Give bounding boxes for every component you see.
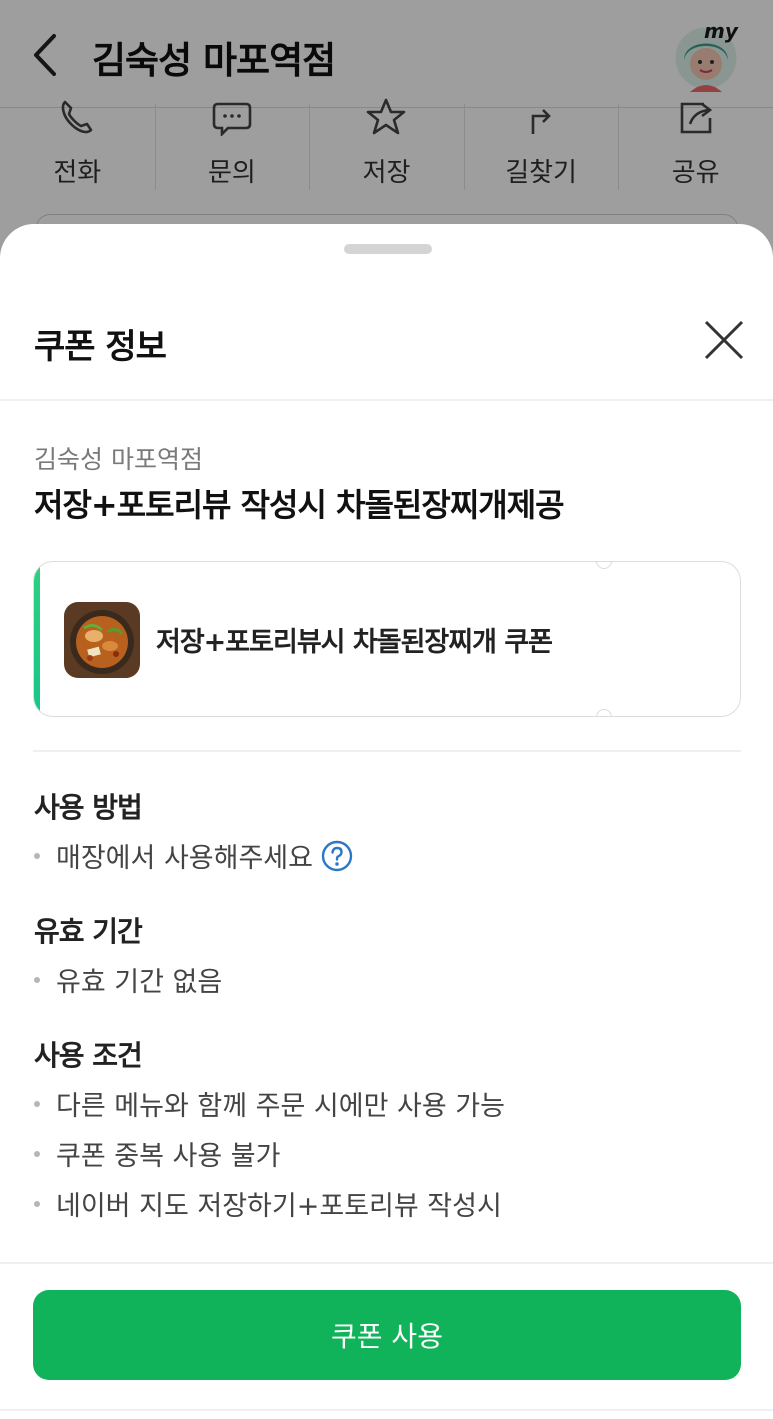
bullet-dot — [34, 1150, 40, 1157]
divider — [0, 1409, 773, 1411]
shop-name: 김숙성 마포역점 — [34, 445, 203, 474]
list-item-text: 쿠폰 중복 사용 불가 — [56, 1141, 281, 1172]
list-item: 유효 기간 없음 — [34, 960, 222, 999]
sheet-title: 쿠폰 정보 — [34, 327, 167, 367]
list-item-text: 매장에서 사용해주세요 — [56, 843, 313, 874]
section-title: 사용 방법 — [34, 791, 143, 824]
divider — [0, 399, 773, 401]
coupon-card[interactable]: 저장+포토리뷰시 차돌된장찌개 쿠폰 — [33, 561, 741, 717]
list-item: 네이버 지도 저장하기+포토리뷰 작성시 — [34, 1184, 502, 1223]
coupon-notch — [596, 562, 612, 569]
sheet-drag-handle[interactable] — [344, 244, 432, 254]
section-title: 사용 조건 — [34, 1039, 143, 1072]
stew-thumbnail — [64, 602, 140, 678]
coupon-headline: 저장+포토리뷰 작성시 차돌된장찌개제공 — [34, 486, 565, 524]
use-coupon-button[interactable]: 쿠폰 사용 — [33, 1290, 741, 1380]
coupon-name: 저장+포토리뷰시 차돌된장찌개 쿠폰 — [156, 627, 553, 658]
bullet-dot — [34, 976, 40, 983]
list-item: 쿠폰 중복 사용 불가 — [34, 1134, 280, 1173]
list-item: 매장에서 사용해주세요 — [34, 836, 353, 875]
close-button[interactable] — [700, 316, 748, 364]
divider — [0, 1262, 773, 1264]
list-item-text: 다른 메뉴와 함께 주문 시에만 사용 가능 — [56, 1091, 505, 1122]
coupon-notch — [596, 709, 612, 716]
coupon-accent-bar — [34, 562, 40, 716]
stew-image — [64, 602, 140, 678]
list-item-text: 유효 기간 없음 — [56, 967, 223, 998]
bullet-dot — [34, 852, 40, 859]
divider — [33, 750, 741, 752]
list-item-text: 네이버 지도 저장하기+포토리뷰 작성시 — [56, 1191, 502, 1222]
section-title: 유효 기간 — [34, 915, 143, 948]
bullet-dot — [34, 1200, 40, 1207]
list-item: 다른 메뉴와 함께 주문 시에만 사용 가능 — [34, 1084, 505, 1123]
question-circle-icon[interactable] — [321, 840, 353, 872]
bullet-dot — [34, 1100, 40, 1107]
coupon-sheet: 쿠폰 정보 김숙성 마포역점 저장+포토리뷰 작성시 차돌된장찌개제공 저장+포… — [0, 224, 773, 1419]
close-icon — [704, 320, 744, 360]
